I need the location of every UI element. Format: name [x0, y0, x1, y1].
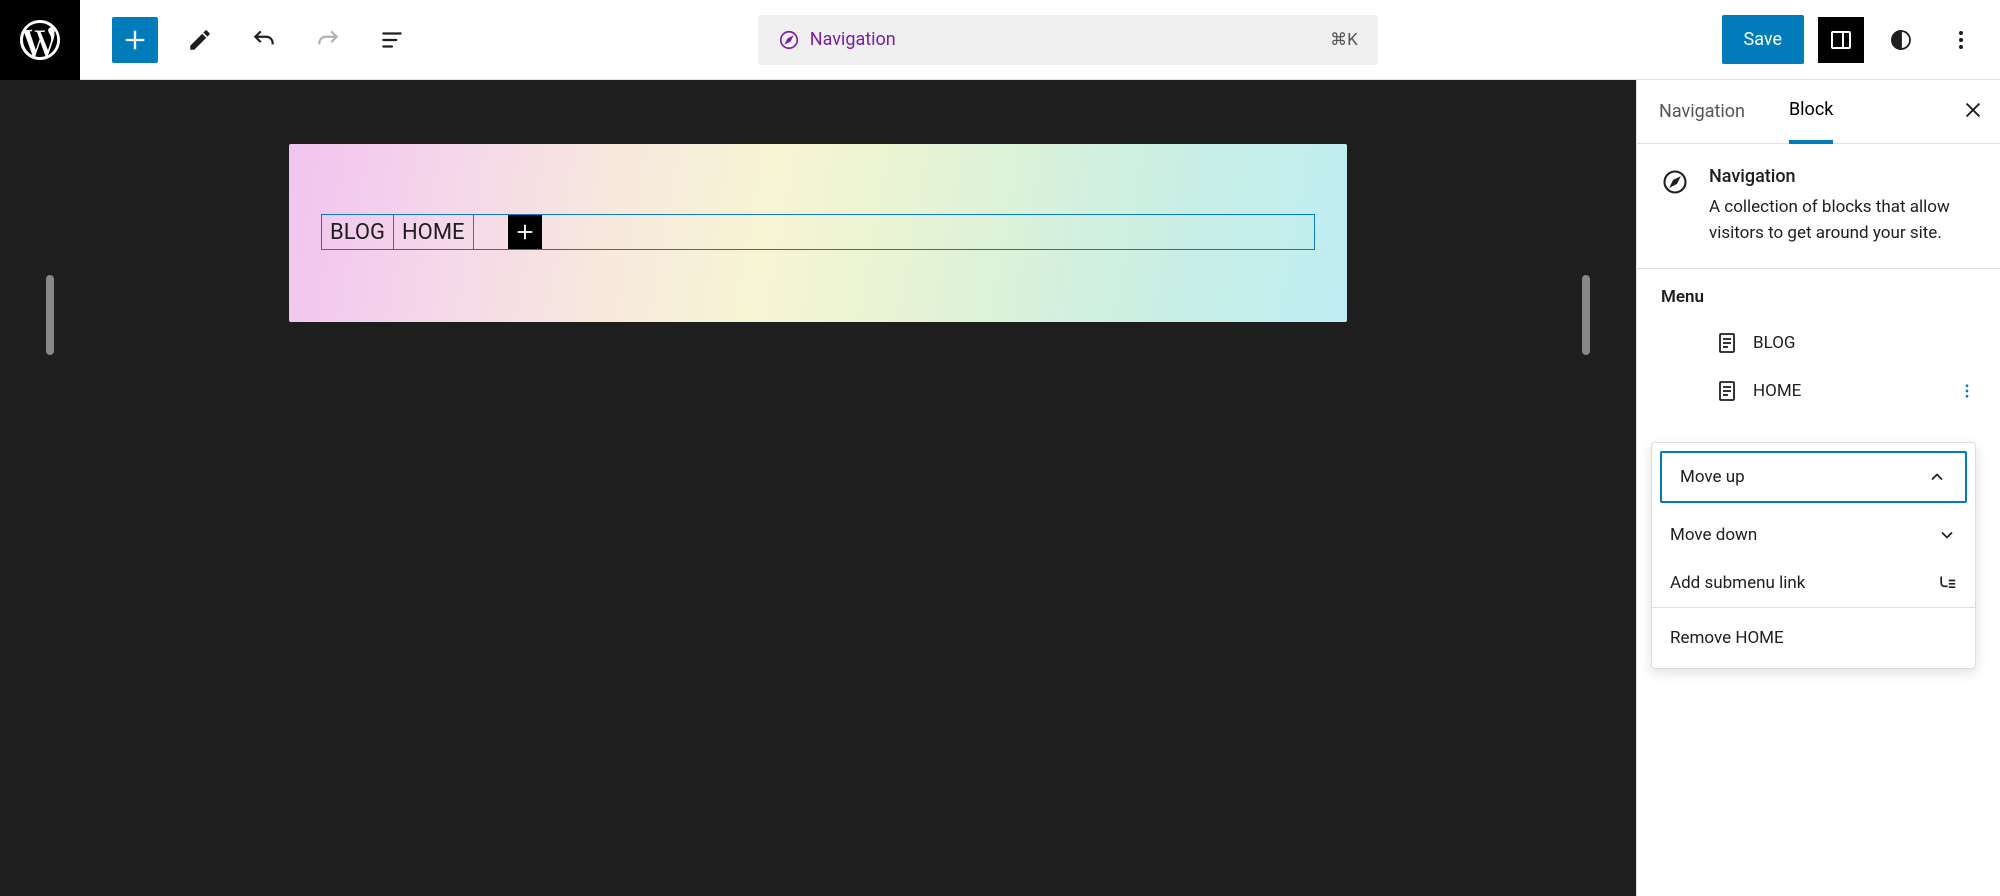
- document-bar-button[interactable]: Navigation ⌘K: [758, 15, 1378, 65]
- block-description: A collection of blocks that allow visito…: [1709, 195, 1976, 246]
- block-title: Navigation: [1709, 166, 1976, 187]
- document-bar: Navigation ⌘K: [414, 15, 1722, 65]
- move-down-label: Move down: [1670, 525, 1757, 545]
- block-info-panel: Navigation A collection of blocks that a…: [1637, 144, 2000, 269]
- add-nav-item-button[interactable]: [508, 215, 542, 249]
- menu-item-actions-popover: Move up Move down Add submenu link Remov…: [1651, 442, 1976, 669]
- menu-item[interactable]: BLOG: [1715, 325, 1976, 361]
- styles-icon[interactable]: [1878, 17, 1924, 63]
- sidebar-tabs: Navigation Block: [1637, 80, 2000, 144]
- editor-header: Navigation ⌘K Save: [0, 0, 2000, 80]
- move-down-option[interactable]: Move down: [1652, 511, 1975, 559]
- menu-item-label: HOME: [1753, 381, 1801, 401]
- compass-icon: [778, 29, 800, 51]
- wordpress-logo[interactable]: [0, 0, 80, 80]
- remove-option[interactable]: Remove HOME: [1652, 608, 1975, 668]
- add-block-button[interactable]: [112, 17, 158, 63]
- editor-main: BLOG HOME Navigation Block Navigation A …: [0, 80, 2000, 896]
- chevron-up-icon: [1927, 467, 1947, 487]
- settings-sidebar-toggle[interactable]: [1818, 17, 1864, 63]
- navigation-block[interactable]: BLOG HOME: [321, 214, 1315, 250]
- compass-icon: [1661, 168, 1689, 196]
- page-icon: [1715, 379, 1739, 403]
- resize-handle-left[interactable]: [46, 275, 54, 355]
- document-overview-icon[interactable]: [370, 18, 414, 62]
- menu-section: Menu BLOG HOME: [1637, 269, 2000, 417]
- nav-link[interactable]: BLOG: [322, 215, 394, 249]
- move-up-label: Move up: [1680, 467, 1745, 487]
- submenu-icon: [1937, 573, 1957, 593]
- chevron-down-icon: [1937, 525, 1957, 545]
- resize-handle-right[interactable]: [1582, 275, 1590, 355]
- add-submenu-option[interactable]: Add submenu link: [1652, 559, 1975, 607]
- move-up-option[interactable]: Move up: [1660, 451, 1967, 503]
- more-options-icon[interactable]: [1938, 17, 1984, 63]
- save-button[interactable]: Save: [1722, 15, 1805, 64]
- tab-navigation[interactable]: Navigation: [1659, 101, 1745, 122]
- tab-block[interactable]: Block: [1789, 80, 1833, 144]
- menu-item-label: BLOG: [1753, 333, 1795, 353]
- add-submenu-label: Add submenu link: [1670, 573, 1805, 593]
- nav-link[interactable]: HOME: [394, 215, 474, 249]
- toolbar-right: Save: [1722, 15, 1985, 64]
- canvas-area: BLOG HOME: [0, 80, 1636, 896]
- document-title: Navigation: [810, 29, 896, 50]
- menu-item-more-icon[interactable]: [1958, 382, 1976, 400]
- undo-icon[interactable]: [242, 18, 286, 62]
- template-canvas[interactable]: BLOG HOME: [289, 144, 1347, 322]
- toolbar-left: [80, 17, 414, 63]
- keyboard-shortcut: ⌘K: [1330, 30, 1358, 50]
- settings-sidebar: Navigation Block Navigation A collection…: [1636, 80, 2000, 896]
- redo-icon: [306, 18, 350, 62]
- remove-label: Remove HOME: [1670, 628, 1784, 648]
- menu-heading: Menu: [1661, 287, 1976, 307]
- menu-item[interactable]: HOME: [1715, 373, 1976, 409]
- edit-tool-icon[interactable]: [178, 18, 222, 62]
- page-icon: [1715, 331, 1739, 355]
- close-sidebar-button[interactable]: [1962, 99, 1984, 125]
